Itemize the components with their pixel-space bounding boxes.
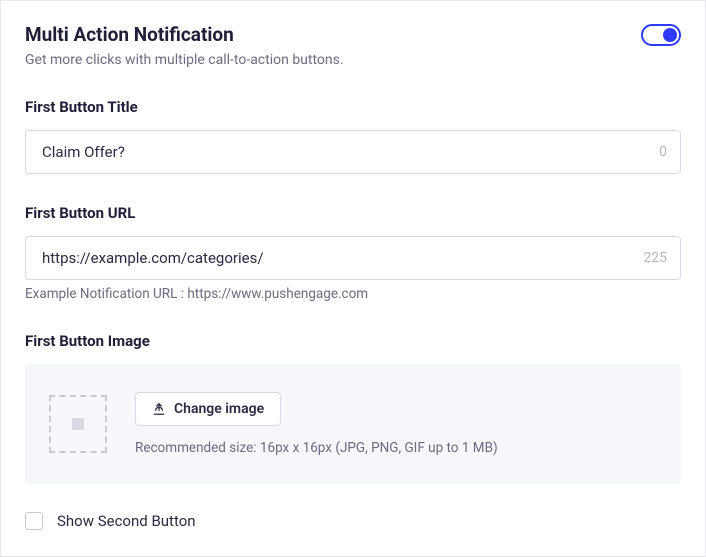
first-button-title-input[interactable] (25, 130, 681, 174)
show-second-button-label: Show Second Button (57, 512, 196, 530)
first-button-url-input[interactable] (25, 236, 681, 280)
upload-icon (152, 402, 166, 416)
first-button-url-helper: Example Notification URL : https://www.p… (25, 286, 681, 302)
header-row: Multi Action Notification (25, 23, 681, 46)
panel-subtitle: Get more clicks with multiple call-to-ac… (25, 52, 681, 68)
show-second-button-checkbox[interactable] (25, 512, 43, 530)
enable-toggle[interactable] (641, 24, 681, 46)
first-button-url-count: 225 (643, 250, 667, 266)
second-button-row: Show Second Button (25, 512, 681, 530)
first-button-title-wrap: 0 (25, 130, 681, 174)
change-image-button[interactable]: Change image (135, 392, 281, 426)
first-button-image-label: First Button Image (25, 332, 681, 350)
image-icon (70, 416, 86, 432)
toggle-knob (663, 28, 677, 42)
first-button-title-label: First Button Title (25, 98, 681, 116)
image-placeholder[interactable] (49, 395, 107, 453)
first-button-title-count: 0 (659, 144, 667, 160)
panel-title: Multi Action Notification (25, 23, 234, 46)
image-upload-area: Change image Recommended size: 16px x 16… (25, 364, 681, 484)
recommended-size-text: Recommended size: 16px x 16px (JPG, PNG,… (135, 440, 498, 456)
settings-panel: Multi Action Notification Get more click… (0, 0, 706, 557)
first-button-url-label: First Button URL (25, 204, 681, 222)
change-image-label: Change image (174, 401, 264, 417)
first-button-url-wrap: 225 (25, 236, 681, 280)
image-right-col: Change image Recommended size: 16px x 16… (135, 392, 498, 456)
